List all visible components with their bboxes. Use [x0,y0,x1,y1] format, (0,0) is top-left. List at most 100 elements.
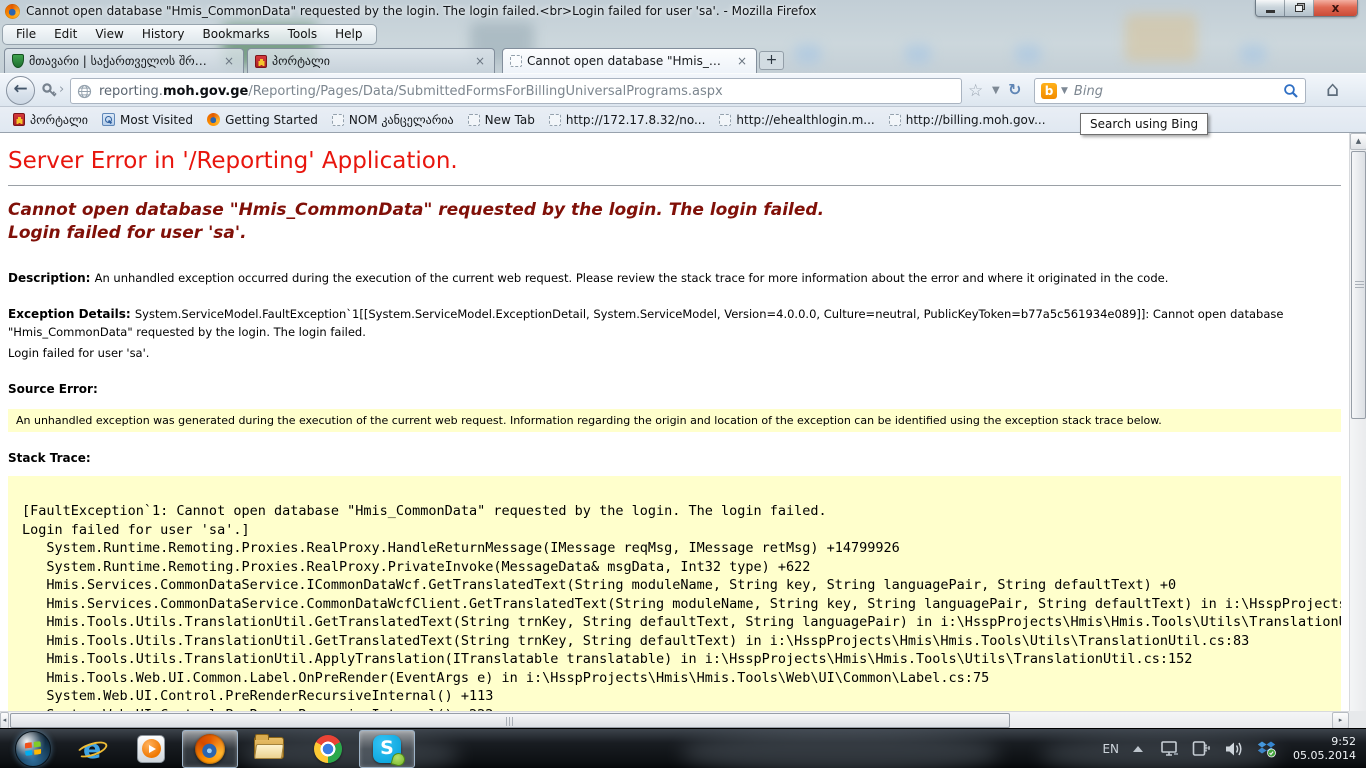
window-title-bar[interactable]: Cannot open database "Hmis_CommonData" r… [0,0,1366,22]
reload-icon[interactable]: ↻ [1008,80,1021,99]
play-icon [149,745,156,753]
url-text: reporting.moh.gov.ge/Reporting/Pages/Dat… [99,84,723,99]
description-text: An unhandled exception occurred during t… [95,271,1169,285]
windows-logo-icon [15,731,51,767]
bookmark-label: New Tab [485,113,535,127]
url-domain: moh.gov.ge [163,84,248,99]
vertical-scrollbar-thumb[interactable] [1351,151,1366,419]
horizontal-scrollbar[interactable]: ◂ ▸ [0,711,1366,728]
taskbar-explorer-button[interactable] [241,730,297,768]
scroll-up-arrow-icon[interactable]: ▲ [1350,133,1366,150]
horizontal-scrollbar-thumb[interactable] [10,713,1010,728]
crest-favicon-icon [13,113,25,126]
window-controls: x [1255,0,1358,17]
location-bar[interactable]: reporting.moh.gov.ge/Reporting/Pages/Dat… [70,78,962,104]
menu-history[interactable]: History [133,25,194,43]
search-input[interactable] [1074,84,1283,99]
scrollbar-grip [506,717,514,726]
start-button[interactable] [12,730,54,768]
bookmark-nom[interactable]: NOM კანცელარია [325,110,461,130]
bookmark-ehealthlogin[interactable]: http://ehealthlogin.m... [712,110,881,130]
menu-edit[interactable]: Edit [45,25,86,43]
tab-close-icon[interactable]: × [222,54,236,68]
url-subdomain: reporting. [99,84,163,99]
divider [8,185,1341,186]
default-favicon-icon [719,114,731,126]
tab-portali[interactable]: პორტალი × [247,48,495,73]
default-favicon-icon [510,55,522,67]
bookmark-star-icon[interactable]: ☆ [968,81,983,101]
tab-home-portal[interactable]: მთავარი | საქართველოს შრომის, ... × [4,48,244,73]
error-subtitle-line2: Login failed for user 'sa'. [8,223,247,243]
default-favicon-icon [468,114,480,126]
menu-help[interactable]: Help [326,25,371,43]
tab-label: Cannot open database "Hmis_Comm... [527,54,729,68]
search-icon[interactable] [1283,83,1299,99]
close-button[interactable]: x [1314,0,1357,16]
tab-close-icon[interactable]: × [473,54,487,68]
tab-close-icon[interactable]: × [735,54,749,68]
chevron-separator-icon: › [59,82,64,97]
taskbar-skype-button[interactable]: S [359,730,415,768]
navigation-toolbar: ← › reporting.moh.gov.ge/Reporting/Pages… [0,73,1366,107]
exception-details: Exception Details: System.ServiceModel.F… [8,305,1341,342]
scroll-left-arrow-icon[interactable]: ◂ [0,712,9,729]
menu-bar: File Edit View History Bookmarks Tools H… [0,22,1366,46]
exception-details-text: System.ServiceModel.FaultException`1[[Sy… [8,307,1283,339]
stack-trace-box: [FaultException`1: Cannot open database … [8,476,1341,711]
tab-strip: მთავარი | საქართველოს შრომის, ... × პორტ… [0,46,1366,73]
menu-view[interactable]: View [86,25,132,43]
default-favicon-icon [549,114,561,126]
bookmark-label: Most Visited [120,113,193,127]
bookmark-label: NOM კანცელარია [349,113,454,127]
menu-tools[interactable]: Tools [279,25,327,43]
skype-icon: S [373,735,401,763]
tray-time: 9:52 [1293,735,1356,749]
bookmark-new-tab[interactable]: New Tab [461,110,542,130]
bookmark-portali[interactable]: პორტალი [6,110,95,130]
key-icon[interactable] [41,82,58,99]
clock[interactable]: 9:52 05.05.2014 [1293,735,1356,763]
restore-button[interactable] [1285,0,1314,16]
chrome-icon [314,735,342,763]
bookmark-label: http://ehealthlogin.m... [736,113,874,127]
back-arrow-icon: ← [13,81,27,98]
search-engine-dropdown-icon[interactable]: ▼ [1061,86,1068,96]
menu-bookmarks[interactable]: Bookmarks [194,25,279,43]
home-icon[interactable]: ⌂ [1326,77,1339,101]
minimize-icon [1266,10,1275,13]
menu-file[interactable]: File [7,25,45,43]
bookmark-ip-172[interactable]: http://172.17.8.32/no... [542,110,713,130]
bookmark-getting-started[interactable]: Getting Started [200,110,325,130]
screen: Cannot open database "Hmis_CommonData" r… [0,0,1366,768]
new-tab-button[interactable]: + [759,51,784,70]
scroll-right-arrow-icon[interactable]: ▸ [1332,712,1349,729]
search-tooltip: Search using Bing [1080,113,1208,135]
vertical-scrollbar[interactable]: ▲ [1349,133,1366,711]
tray-date: 05.05.2014 [1293,749,1356,763]
firefox-icon [195,734,225,764]
bookmark-billing[interactable]: http://billing.moh.gov... [882,110,1053,130]
bookmark-most-visited[interactable]: Most Visited [95,110,200,130]
crest-favicon-icon [255,55,267,68]
minimize-button[interactable] [1256,0,1285,16]
taskbar-internet-explorer-button[interactable]: e [64,730,120,768]
default-favicon-icon [332,114,344,126]
bing-logo-icon[interactable]: b [1041,83,1057,99]
search-box[interactable]: b ▼ [1034,78,1306,104]
internet-explorer-icon: e [77,734,107,764]
urlbar-dropdown-icon[interactable]: ▼ [992,85,1000,96]
window-title: Cannot open database "Hmis_CommonData" r… [26,4,817,18]
taskbar-chrome-button[interactable] [300,730,356,768]
stack-trace-text: [FaultException`1: Cannot open database … [22,502,1329,711]
error-page-subtitle: Cannot open database "Hmis_CommonData" r… [8,199,1341,245]
tab-error-page-active[interactable]: Cannot open database "Hmis_Comm... × [502,48,757,73]
back-button[interactable]: ← [6,76,35,105]
taskbar-media-player-button[interactable] [123,730,179,768]
shield-favicon-icon [12,54,24,68]
globe-icon[interactable] [77,84,92,99]
taskbar-firefox-button[interactable] [182,730,238,768]
source-error-label: Source Error: [8,382,1341,396]
bookmark-label: პორტალი [30,113,88,127]
exception-details-line2: Login failed for user 'sa'. [8,345,1341,363]
